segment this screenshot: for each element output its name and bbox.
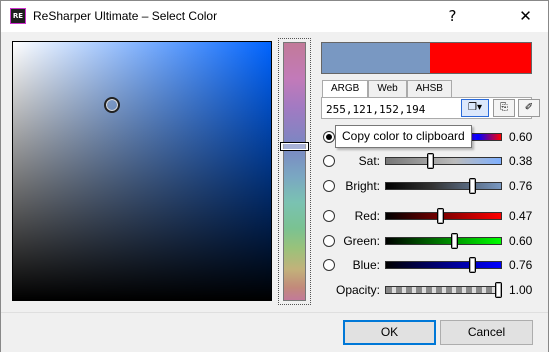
color-value-input[interactable] (326, 101, 456, 117)
copy-dropdown-icon[interactable]: ❐▾ (461, 99, 489, 117)
color-preview (321, 42, 532, 74)
saturation-value: 0.38 (509, 154, 533, 168)
saturation-slider[interactable] (385, 153, 502, 169)
eyedropper-icon[interactable]: ✐ (518, 99, 540, 117)
saturation-slider-thumb[interactable] (427, 153, 434, 169)
opacity-slider[interactable] (385, 282, 502, 298)
close-button[interactable]: ✕ (503, 1, 548, 32)
blue-slider[interactable] (385, 257, 502, 273)
tab-web[interactable]: Web (368, 80, 407, 97)
green-slider[interactable] (385, 233, 502, 249)
red-value: 0.47 (509, 209, 533, 223)
format-tabs: ARGB Web AHSB (322, 80, 452, 98)
red-radio[interactable] (323, 210, 335, 222)
brightness-value: 0.76 (509, 179, 533, 193)
brightness-label: Bright: (345, 179, 380, 193)
blue-radio[interactable] (323, 259, 335, 271)
red-row: Red: 0.47 (321, 207, 536, 225)
saturation-brightness-picker[interactable] (12, 41, 272, 301)
tab-argb[interactable]: ARGB (322, 80, 369, 98)
ok-button[interactable]: OK (343, 320, 436, 345)
paste-icon[interactable]: ⎘ (493, 99, 515, 117)
help-button[interactable]: ? (430, 1, 475, 32)
color-picker-handle[interactable] (104, 97, 120, 113)
brightness-radio[interactable] (323, 180, 335, 192)
hue-strip[interactable] (283, 42, 306, 301)
color-field[interactable] (13, 42, 271, 300)
tab-ahsb[interactable]: AHSB (406, 80, 452, 97)
copy-tooltip: Copy color to clipboard (335, 125, 472, 148)
cancel-button[interactable]: Cancel (440, 320, 533, 345)
hue-radio[interactable] (323, 131, 335, 143)
saturation-row: Sat: 0.38 (321, 152, 536, 170)
selected-color-swatch (322, 43, 430, 73)
green-radio[interactable] (323, 235, 335, 247)
brightness-row: Bright: 0.76 (321, 177, 536, 195)
green-value: 0.60 (509, 234, 533, 248)
hue-slider-handle[interactable] (280, 142, 309, 151)
blue-value: 0.76 (509, 258, 533, 272)
saturation-radio[interactable] (323, 155, 335, 167)
brightness-slider[interactable] (385, 178, 502, 194)
brightness-slider-thumb[interactable] (469, 178, 476, 194)
opacity-label: Opacity: (335, 283, 380, 297)
opacity-value: 1.00 (509, 283, 533, 297)
red-slider-thumb[interactable] (437, 208, 444, 224)
original-color-swatch (430, 43, 531, 73)
green-slider-thumb[interactable] (451, 233, 458, 249)
green-row: Green: 0.60 (321, 232, 536, 250)
color-value-row: ❐▾ ⎘ ✐ (321, 97, 540, 119)
opacity-row: Opacity: 1.00 (321, 281, 536, 299)
select-color-dialog: RE ReSharper Ultimate – Select Color ? ✕… (0, 0, 549, 352)
saturation-label: Sat: (358, 154, 380, 168)
window-title: ReSharper Ultimate – Select Color (33, 9, 218, 23)
title-bar: RE ReSharper Ultimate – Select Color ? ✕ (1, 1, 548, 32)
hue-slider[interactable] (278, 38, 311, 305)
hue-value: 0.60 (509, 130, 533, 144)
blue-slider-thumb[interactable] (469, 257, 476, 273)
dialog-footer: OK Cancel (1, 312, 548, 352)
red-slider[interactable] (385, 208, 502, 224)
green-label: Green: (343, 234, 380, 248)
blue-row: Blue: 0.76 (321, 256, 536, 274)
opacity-slider-thumb[interactable] (495, 282, 502, 298)
red-label: Red: (354, 209, 380, 223)
blue-label: Blue: (352, 258, 380, 272)
resharper-app-icon: RE (10, 8, 26, 24)
